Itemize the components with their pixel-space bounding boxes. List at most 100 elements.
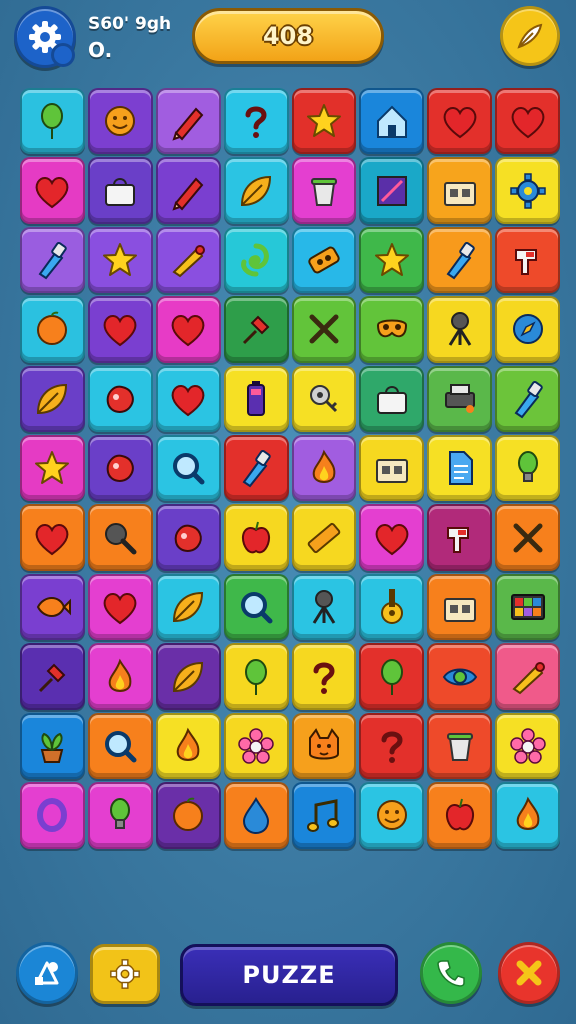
tile-r7-c3[interactable] <box>155 504 221 571</box>
tile-r1-c8[interactable] <box>495 88 560 155</box>
tile-r10-c1[interactable] <box>20 712 85 780</box>
tile-r7-c4[interactable] <box>223 504 289 571</box>
tile-r9-c2[interactable] <box>87 643 153 710</box>
close-button[interactable] <box>498 942 560 1004</box>
shapes-button[interactable] <box>16 942 78 1004</box>
tile-r2-c7[interactable] <box>427 157 493 224</box>
tile-r11-c2[interactable] <box>87 782 153 849</box>
magnifier-icon <box>173 453 205 485</box>
tile-r2-c3[interactable] <box>155 157 221 224</box>
tile-r10-c4[interactable] <box>223 712 289 780</box>
tile-r2-c2[interactable] <box>87 157 153 224</box>
tile-r8-c6[interactable] <box>359 573 425 641</box>
tile-r4-c3[interactable] <box>155 296 221 363</box>
tile-r5-c5[interactable] <box>291 365 357 433</box>
tile-r1-c3[interactable] <box>155 88 221 155</box>
tile-r7-c1[interactable] <box>20 504 85 571</box>
tile-r5-c7[interactable] <box>427 365 493 433</box>
tile-r5-c1[interactable] <box>20 365 85 433</box>
tile-r10-c2[interactable] <box>87 712 153 780</box>
tile-r6-c8[interactable] <box>495 435 560 502</box>
tile-r4-c4[interactable] <box>223 296 289 363</box>
tile-r9-c6[interactable] <box>359 643 425 710</box>
tile-r11-c6[interactable] <box>359 782 425 849</box>
tile-r3-c2[interactable] <box>87 226 153 294</box>
tile-r6-c5[interactable] <box>291 435 357 502</box>
tile-r5-c2[interactable] <box>87 365 153 433</box>
tile-r4-c2[interactable] <box>87 296 153 363</box>
tile-r9-c7[interactable] <box>427 643 493 710</box>
tile-r11-c8[interactable] <box>495 782 560 849</box>
tile-r8-c2[interactable] <box>87 573 153 641</box>
tile-r8-c3[interactable] <box>155 573 221 641</box>
tile-r7-c2[interactable] <box>87 504 153 571</box>
tile-r1-c5[interactable] <box>291 88 357 155</box>
tile-r8-c5[interactable] <box>291 573 357 641</box>
tile-r11-c1[interactable] <box>20 782 85 849</box>
tile-r7-c6[interactable] <box>359 504 425 571</box>
tile-r3-c8[interactable] <box>495 226 560 294</box>
tile-r2-c8[interactable] <box>495 157 560 224</box>
settings-gear-button[interactable] <box>90 944 160 1004</box>
tile-r4-c1[interactable] <box>20 296 85 363</box>
tile-r4-c8[interactable] <box>495 296 560 363</box>
tile-r3-c7[interactable] <box>427 226 493 294</box>
tile-r1-c7[interactable] <box>427 88 493 155</box>
tile-r9-c8[interactable] <box>495 643 560 710</box>
tile-r5-c6[interactable] <box>359 365 425 433</box>
tile-r10-c8[interactable] <box>495 712 560 780</box>
heart-icon <box>171 315 205 347</box>
tile-r6-c1[interactable] <box>20 435 85 502</box>
puzzle-button[interactable]: PUZZE <box>180 944 398 1006</box>
tile-r8-c7[interactable] <box>427 573 493 641</box>
tile-r5-c8[interactable] <box>495 365 560 433</box>
tile-r6-c2[interactable] <box>87 435 153 502</box>
bag-icon <box>376 385 407 414</box>
tile-r10-c7[interactable] <box>427 712 493 780</box>
tile-r7-c5[interactable] <box>291 504 357 571</box>
tile-r9-c3[interactable] <box>155 643 221 710</box>
tile-r2-c1[interactable] <box>20 157 85 224</box>
tile-r10-c6[interactable] <box>359 712 425 780</box>
tile-r8-c1[interactable] <box>20 573 85 641</box>
tile-r10-c3[interactable] <box>155 712 221 780</box>
tile-r11-c7[interactable] <box>427 782 493 849</box>
tile-r8-c4[interactable] <box>223 573 289 641</box>
edit-button[interactable] <box>500 6 560 66</box>
tile-r4-c6[interactable] <box>359 296 425 363</box>
tile-r9-c1[interactable] <box>20 643 85 710</box>
flame-icon <box>176 727 200 761</box>
score-display: 408 <box>192 8 384 64</box>
tile-r8-c8[interactable] <box>495 573 560 641</box>
tile-r2-c6[interactable] <box>359 157 425 224</box>
tile-r1-c2[interactable] <box>87 88 153 155</box>
tile-r3-c5[interactable] <box>291 226 357 294</box>
tile-r4-c7[interactable] <box>427 296 493 363</box>
tile-r5-c3[interactable] <box>155 365 221 433</box>
tile-r6-c7[interactable] <box>427 435 493 502</box>
tile-r2-c5[interactable] <box>291 157 357 224</box>
tile-r3-c4[interactable] <box>223 226 289 294</box>
tile-r4-c5[interactable] <box>291 296 357 363</box>
tile-r11-c4[interactable] <box>223 782 289 849</box>
tile-r1-c4[interactable] <box>223 88 289 155</box>
tile-r3-c6[interactable] <box>359 226 425 294</box>
tile-r5-c4[interactable] <box>223 365 289 433</box>
phone-button[interactable] <box>420 942 482 1004</box>
tile-r6-c4[interactable] <box>223 435 289 502</box>
tile-r7-c7[interactable] <box>427 504 493 571</box>
tile-r9-c5[interactable] <box>291 643 357 710</box>
tile-r11-c3[interactable] <box>155 782 221 849</box>
tile-r1-c6[interactable] <box>359 88 425 155</box>
tile-r7-c8[interactable] <box>495 504 560 571</box>
settings-button[interactable] <box>14 6 76 68</box>
tile-r9-c4[interactable] <box>223 643 289 710</box>
tile-r6-c3[interactable] <box>155 435 221 502</box>
tile-r6-c6[interactable] <box>359 435 425 502</box>
tile-r11-c5[interactable] <box>291 782 357 849</box>
tile-r1-c1[interactable] <box>20 88 85 155</box>
tile-r2-c4[interactable] <box>223 157 289 224</box>
tile-r3-c3[interactable] <box>155 226 221 294</box>
tile-r3-c1[interactable] <box>20 226 85 294</box>
tile-r10-c5[interactable] <box>291 712 357 780</box>
